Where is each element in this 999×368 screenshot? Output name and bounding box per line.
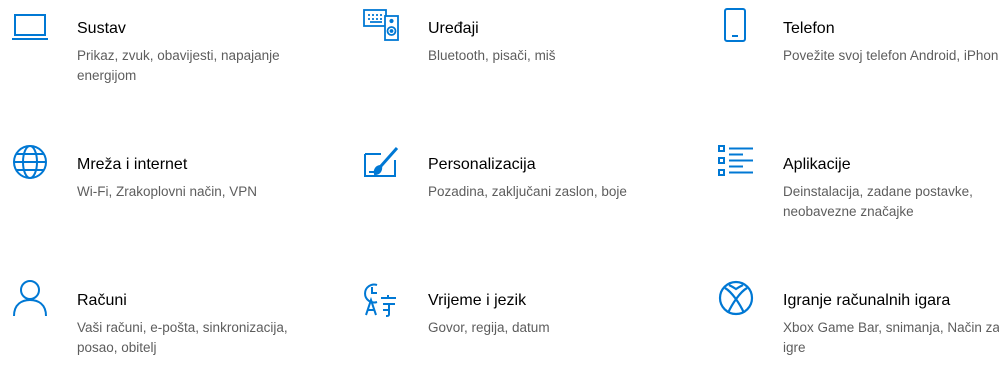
tile-description: Prikaz, zvuk, obavijesti, napajanje ener… <box>77 48 280 83</box>
personalization-icon <box>359 142 403 186</box>
phone-icon <box>714 6 758 50</box>
tile-title: Računi <box>77 292 127 309</box>
tile-title: Mreža i internet <box>77 156 188 173</box>
tile-uredaji[interactable]: Uređaji Bluetooth, pisači, miš <box>359 6 659 96</box>
tile-vrijeme-i-jezik[interactable]: Vrijeme i jezik Govor, regija, datum <box>359 278 659 368</box>
tile-title: Uređaji <box>428 20 479 37</box>
tile-description: Povežite svoj telefon Android, iPhone <box>783 48 999 63</box>
tile-description: Xbox Game Bar, snimanja, Način za igre <box>783 320 999 355</box>
settings-category-grid: Sustav Prikaz, zvuk, obavijesti, napajan… <box>0 0 999 356</box>
tile-title: Vrijeme i jezik <box>428 292 527 309</box>
globe-icon <box>8 142 52 186</box>
tile-title: Sustav <box>77 20 126 37</box>
tile-description: Govor, regija, datum <box>428 320 550 335</box>
apps-list-icon <box>714 142 758 186</box>
tile-description: Vaši računi, e-pošta, sinkronizacija, po… <box>77 320 288 355</box>
time-language-icon <box>359 278 403 322</box>
laptop-icon <box>8 6 52 50</box>
tile-description: Wi-Fi, Zrakoplovni način, VPN <box>77 184 258 199</box>
person-icon <box>8 278 52 322</box>
tile-title: Telefon <box>783 20 835 37</box>
tile-racuni[interactable]: Računi Vaši računi, e-pošta, sinkronizac… <box>8 278 308 368</box>
tile-title: Personalizacija <box>428 156 536 173</box>
tile-igranje-racunalnih-igara[interactable]: Igranje računalnih igara Xbox Game Bar, … <box>714 278 999 368</box>
xbox-icon <box>714 278 758 322</box>
tile-description: Deinstalacija, zadane postavke, neobavez… <box>783 184 973 219</box>
tile-description: Bluetooth, pisači, miš <box>428 48 556 63</box>
tile-personalizacija[interactable]: Personalizacija Pozadina, zaključani zas… <box>359 142 659 232</box>
tile-telefon[interactable]: Telefon Povežite svoj telefon Android, i… <box>714 6 999 96</box>
tile-title: Aplikacije <box>783 156 851 173</box>
tile-aplikacije[interactable]: Aplikacije Deinstalacija, zadane postavk… <box>714 142 999 232</box>
tile-sustav[interactable]: Sustav Prikaz, zvuk, obavijesti, napajan… <box>8 6 308 96</box>
devices-icon <box>359 6 403 50</box>
tile-title: Igranje računalnih igara <box>783 292 951 309</box>
tile-description: Pozadina, zaključani zaslon, boje <box>428 184 627 199</box>
tile-mreza-i-internet[interactable]: Mreža i internet Wi-Fi, Zrakoplovni nači… <box>8 142 308 232</box>
